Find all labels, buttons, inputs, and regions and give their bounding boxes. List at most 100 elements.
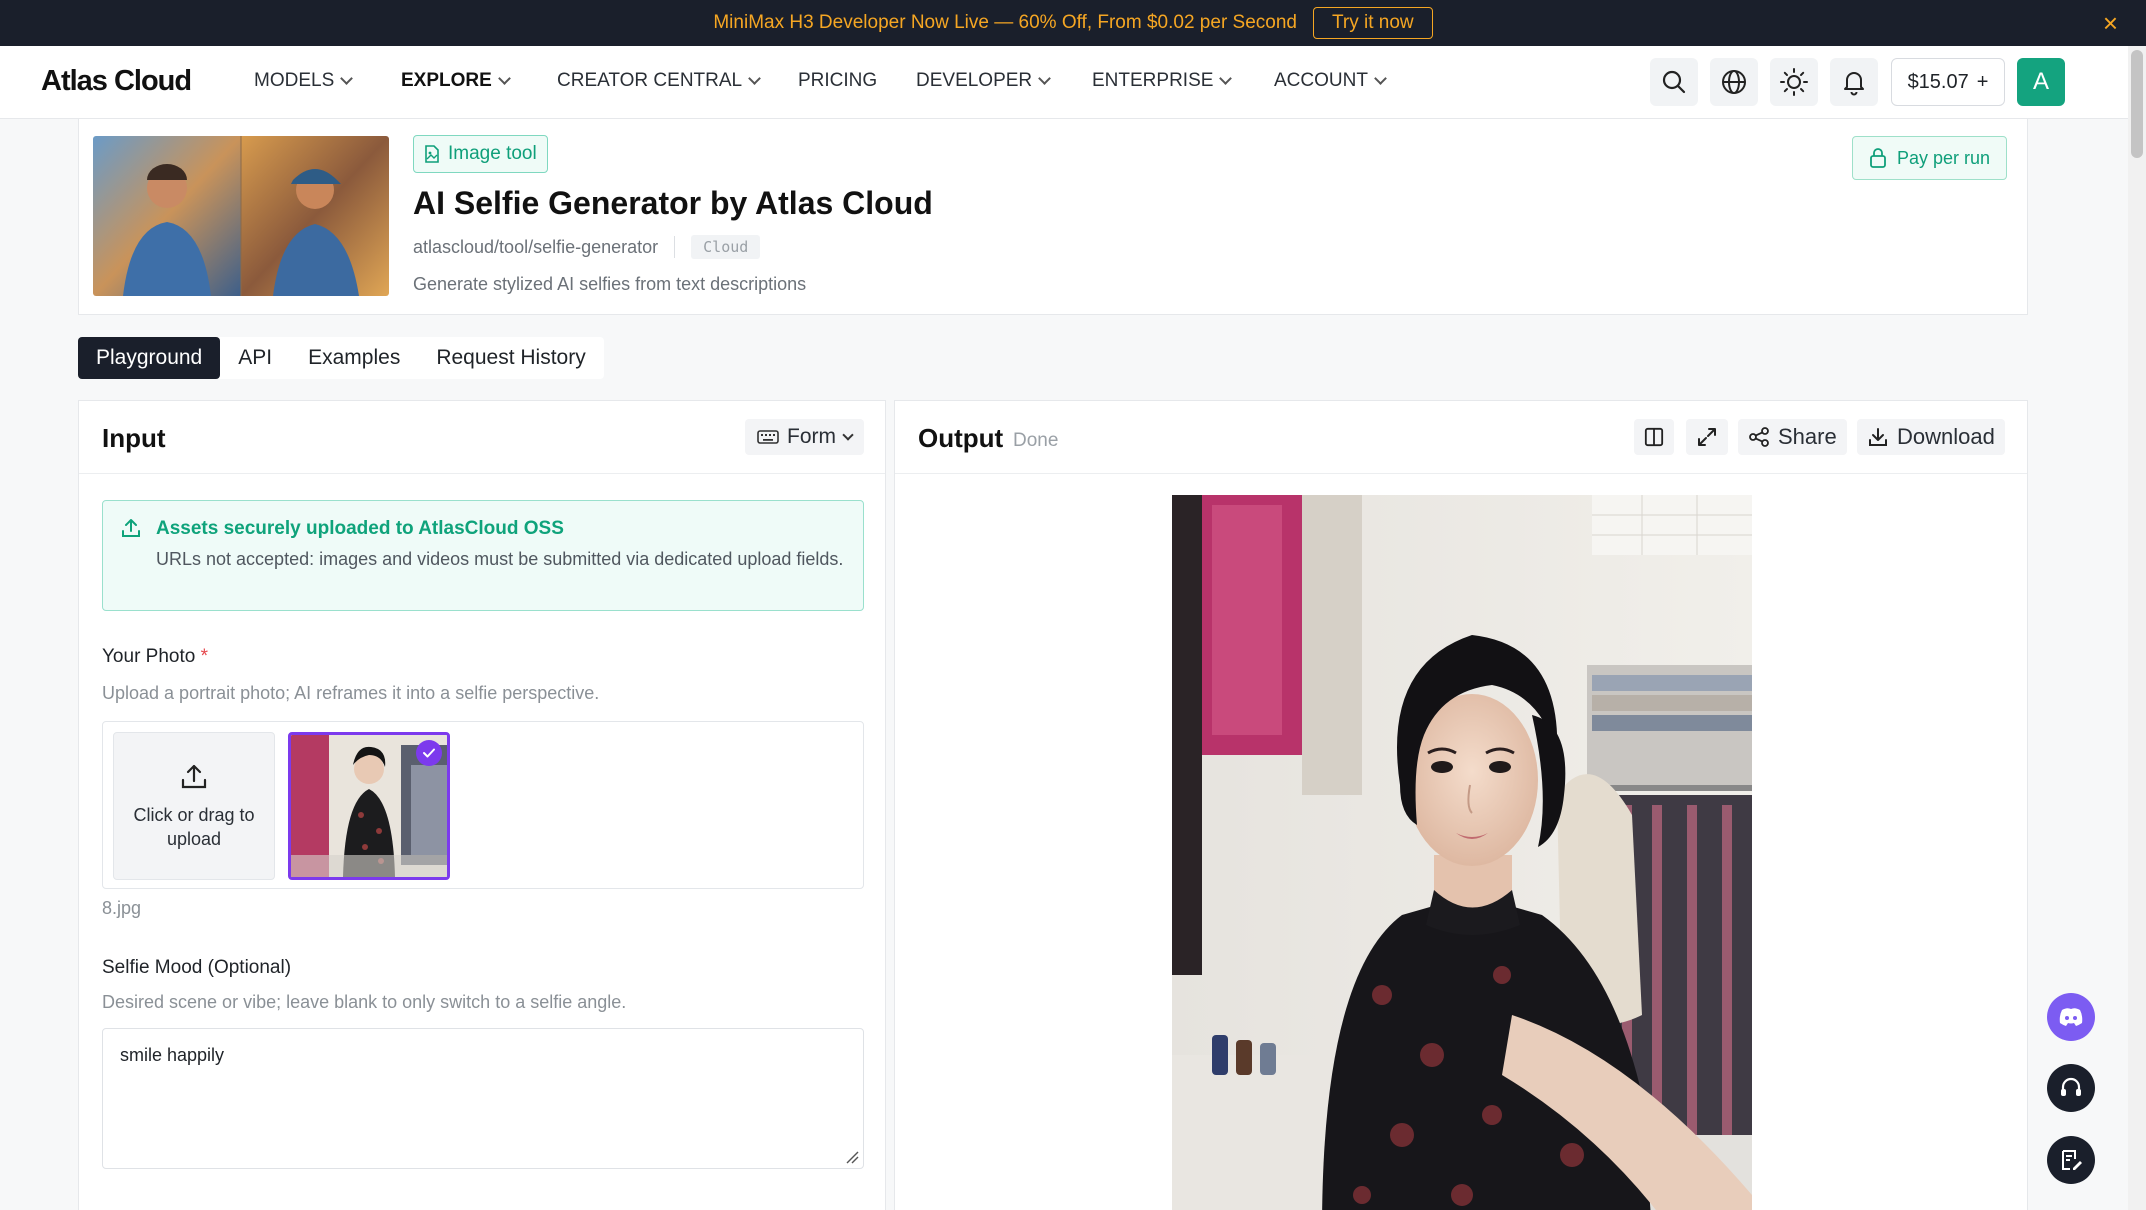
model-header: Image tool AI Selfie Generator by Atlas … xyxy=(78,119,2028,315)
photo-field-label: Your Photo * xyxy=(102,646,208,668)
nav-label: ENTERPRISE xyxy=(1092,70,1214,91)
feedback-button[interactable] xyxy=(2047,1136,2095,1184)
language-button[interactable] xyxy=(1710,58,1758,106)
announcement-bar: MiniMax H3 Developer Now Live — 60% Off,… xyxy=(0,0,2146,46)
try-it-now-button[interactable]: Try it now xyxy=(1313,7,1433,39)
discord-icon xyxy=(2059,1008,2083,1026)
image-tool-badge: Image tool xyxy=(413,135,548,173)
chevron-down-icon xyxy=(748,72,761,85)
nav-label: DEVELOPER xyxy=(916,70,1033,91)
photo-label-text: Your Photo xyxy=(102,646,196,667)
tab-bar: Playground API Examples Request History xyxy=(78,337,604,379)
download-label: Download xyxy=(1897,424,1995,449)
pay-label: Pay per run xyxy=(1896,147,1990,168)
uploaded-file-name: 8.jpg xyxy=(102,898,142,918)
chevron-down-icon xyxy=(497,72,511,85)
close-icon[interactable]: × xyxy=(2103,9,2118,37)
nav-creator-central[interactable]: CREATOR CENTRAL xyxy=(557,70,761,92)
search-button[interactable] xyxy=(1650,58,1698,106)
avatar[interactable]: A xyxy=(2017,58,2065,106)
nav-account[interactable]: ACCOUNT xyxy=(1274,70,1387,92)
form-mode-select[interactable]: Form xyxy=(745,419,864,455)
form-mode-label: Form xyxy=(787,425,836,448)
lock-icon xyxy=(1870,148,1886,168)
chevron-down-icon xyxy=(340,72,354,85)
mood-help-text: Desired scene or vibe; leave blank to on… xyxy=(102,992,627,1012)
upload-dropzone[interactable]: Click or drag to upload xyxy=(113,732,275,880)
edit-note-icon xyxy=(2062,1150,2082,1170)
download-icon xyxy=(1869,428,1887,446)
notifications-button[interactable] xyxy=(1830,58,1878,106)
balance-button[interactable]: $15.07 + xyxy=(1891,58,2005,106)
selected-check-icon xyxy=(416,740,442,766)
scrollbar-thumb[interactable] xyxy=(2131,50,2143,158)
support-button[interactable] xyxy=(2047,1064,2095,1112)
scrollbar[interactable] xyxy=(2128,46,2146,1210)
search-icon xyxy=(1662,70,1686,94)
image-file-icon xyxy=(425,145,439,163)
headset-icon xyxy=(2061,1077,2081,1096)
tab-playground[interactable]: Playground xyxy=(78,337,221,379)
plus-icon: + xyxy=(1976,70,1989,93)
resize-handle-icon[interactable] xyxy=(845,1150,859,1164)
upload-icon xyxy=(181,764,207,789)
input-title: Input xyxy=(102,423,166,453)
compare-view-button[interactable] xyxy=(1634,419,1674,455)
tab-examples[interactable]: Examples xyxy=(290,337,418,379)
nav-label: PRICING xyxy=(798,70,878,91)
nav-developer[interactable]: DEVELOPER xyxy=(916,70,1052,92)
download-button[interactable]: Download xyxy=(1857,419,2005,455)
cloud-tag: Cloud xyxy=(691,235,761,259)
model-thumbnail xyxy=(93,136,389,296)
photo-upload-area: Click or drag to upload xyxy=(102,721,864,889)
badge-label: Image tool xyxy=(448,143,537,164)
model-path[interactable]: atlascloud/tool/selfie-generator xyxy=(413,237,658,258)
output-panel: Output Done Share Download xyxy=(894,400,2028,1210)
notice-title: Assets securely uploaded to AtlasCloud O… xyxy=(156,518,564,539)
theme-toggle-button[interactable] xyxy=(1770,58,1818,106)
expand-icon xyxy=(1698,428,1716,446)
share-label: Share xyxy=(1778,424,1837,449)
nav-label: CREATOR CENTRAL xyxy=(557,70,743,91)
input-panel-header: Input Form xyxy=(79,401,885,474)
chevron-down-icon xyxy=(1219,72,1233,85)
output-status: Done xyxy=(1013,430,1059,451)
balance-amount: $15.07 xyxy=(1907,70,1969,93)
notice-body: URLs not accepted: images and videos mus… xyxy=(156,549,844,569)
input-panel: Input Form Assets securely uploaded to A… xyxy=(78,400,886,1210)
logo[interactable]: Atlas Cloud xyxy=(41,65,192,98)
selfie-mood-textarea[interactable]: smile happily xyxy=(102,1028,864,1169)
globe-icon xyxy=(1722,70,1746,94)
chevron-down-icon xyxy=(1374,72,1387,85)
output-title: Output xyxy=(918,423,1004,453)
nav-pricing[interactable]: PRICING xyxy=(798,70,877,92)
mood-field-label: Selfie Mood (Optional) xyxy=(102,957,292,978)
output-image[interactable] xyxy=(1172,495,1752,1210)
required-mark: * xyxy=(200,646,209,667)
mood-value: smile happily xyxy=(120,1045,225,1065)
upload-icon xyxy=(122,519,140,537)
sun-icon xyxy=(1780,68,1808,96)
upload-text: Click or drag to upload xyxy=(133,805,255,849)
announcement-text: MiniMax H3 Developer Now Live — 60% Off,… xyxy=(713,12,1297,33)
pay-per-run-button[interactable]: Pay per run xyxy=(1851,136,2007,180)
fullscreen-button[interactable] xyxy=(1686,419,1728,455)
output-panel-header: Output Done Share Download xyxy=(895,401,2027,474)
tab-request-history[interactable]: Request History xyxy=(418,337,603,379)
nav-models[interactable]: MODELS xyxy=(254,70,354,92)
upload-notice: Assets securely uploaded to AtlasCloud O… xyxy=(102,500,864,611)
discord-button[interactable] xyxy=(2047,993,2095,1041)
photo-help-text: Upload a portrait photo; AI reframes it … xyxy=(102,683,600,703)
uploaded-photo-thumbnail[interactable] xyxy=(288,732,450,880)
model-description: Generate stylized AI selfies from text d… xyxy=(413,274,807,294)
nav-enterprise[interactable]: ENTERPRISE xyxy=(1092,70,1233,92)
nav-label: MODELS xyxy=(254,70,335,91)
split-view-icon xyxy=(1644,427,1664,447)
tab-api[interactable]: API xyxy=(220,337,290,379)
keyboard-icon xyxy=(757,430,779,444)
share-icon xyxy=(1749,427,1769,447)
share-button[interactable]: Share xyxy=(1738,419,1847,455)
nav-label: EXPLORE xyxy=(401,70,492,91)
chevron-down-icon xyxy=(1038,72,1052,85)
nav-explore[interactable]: EXPLORE xyxy=(401,70,511,92)
